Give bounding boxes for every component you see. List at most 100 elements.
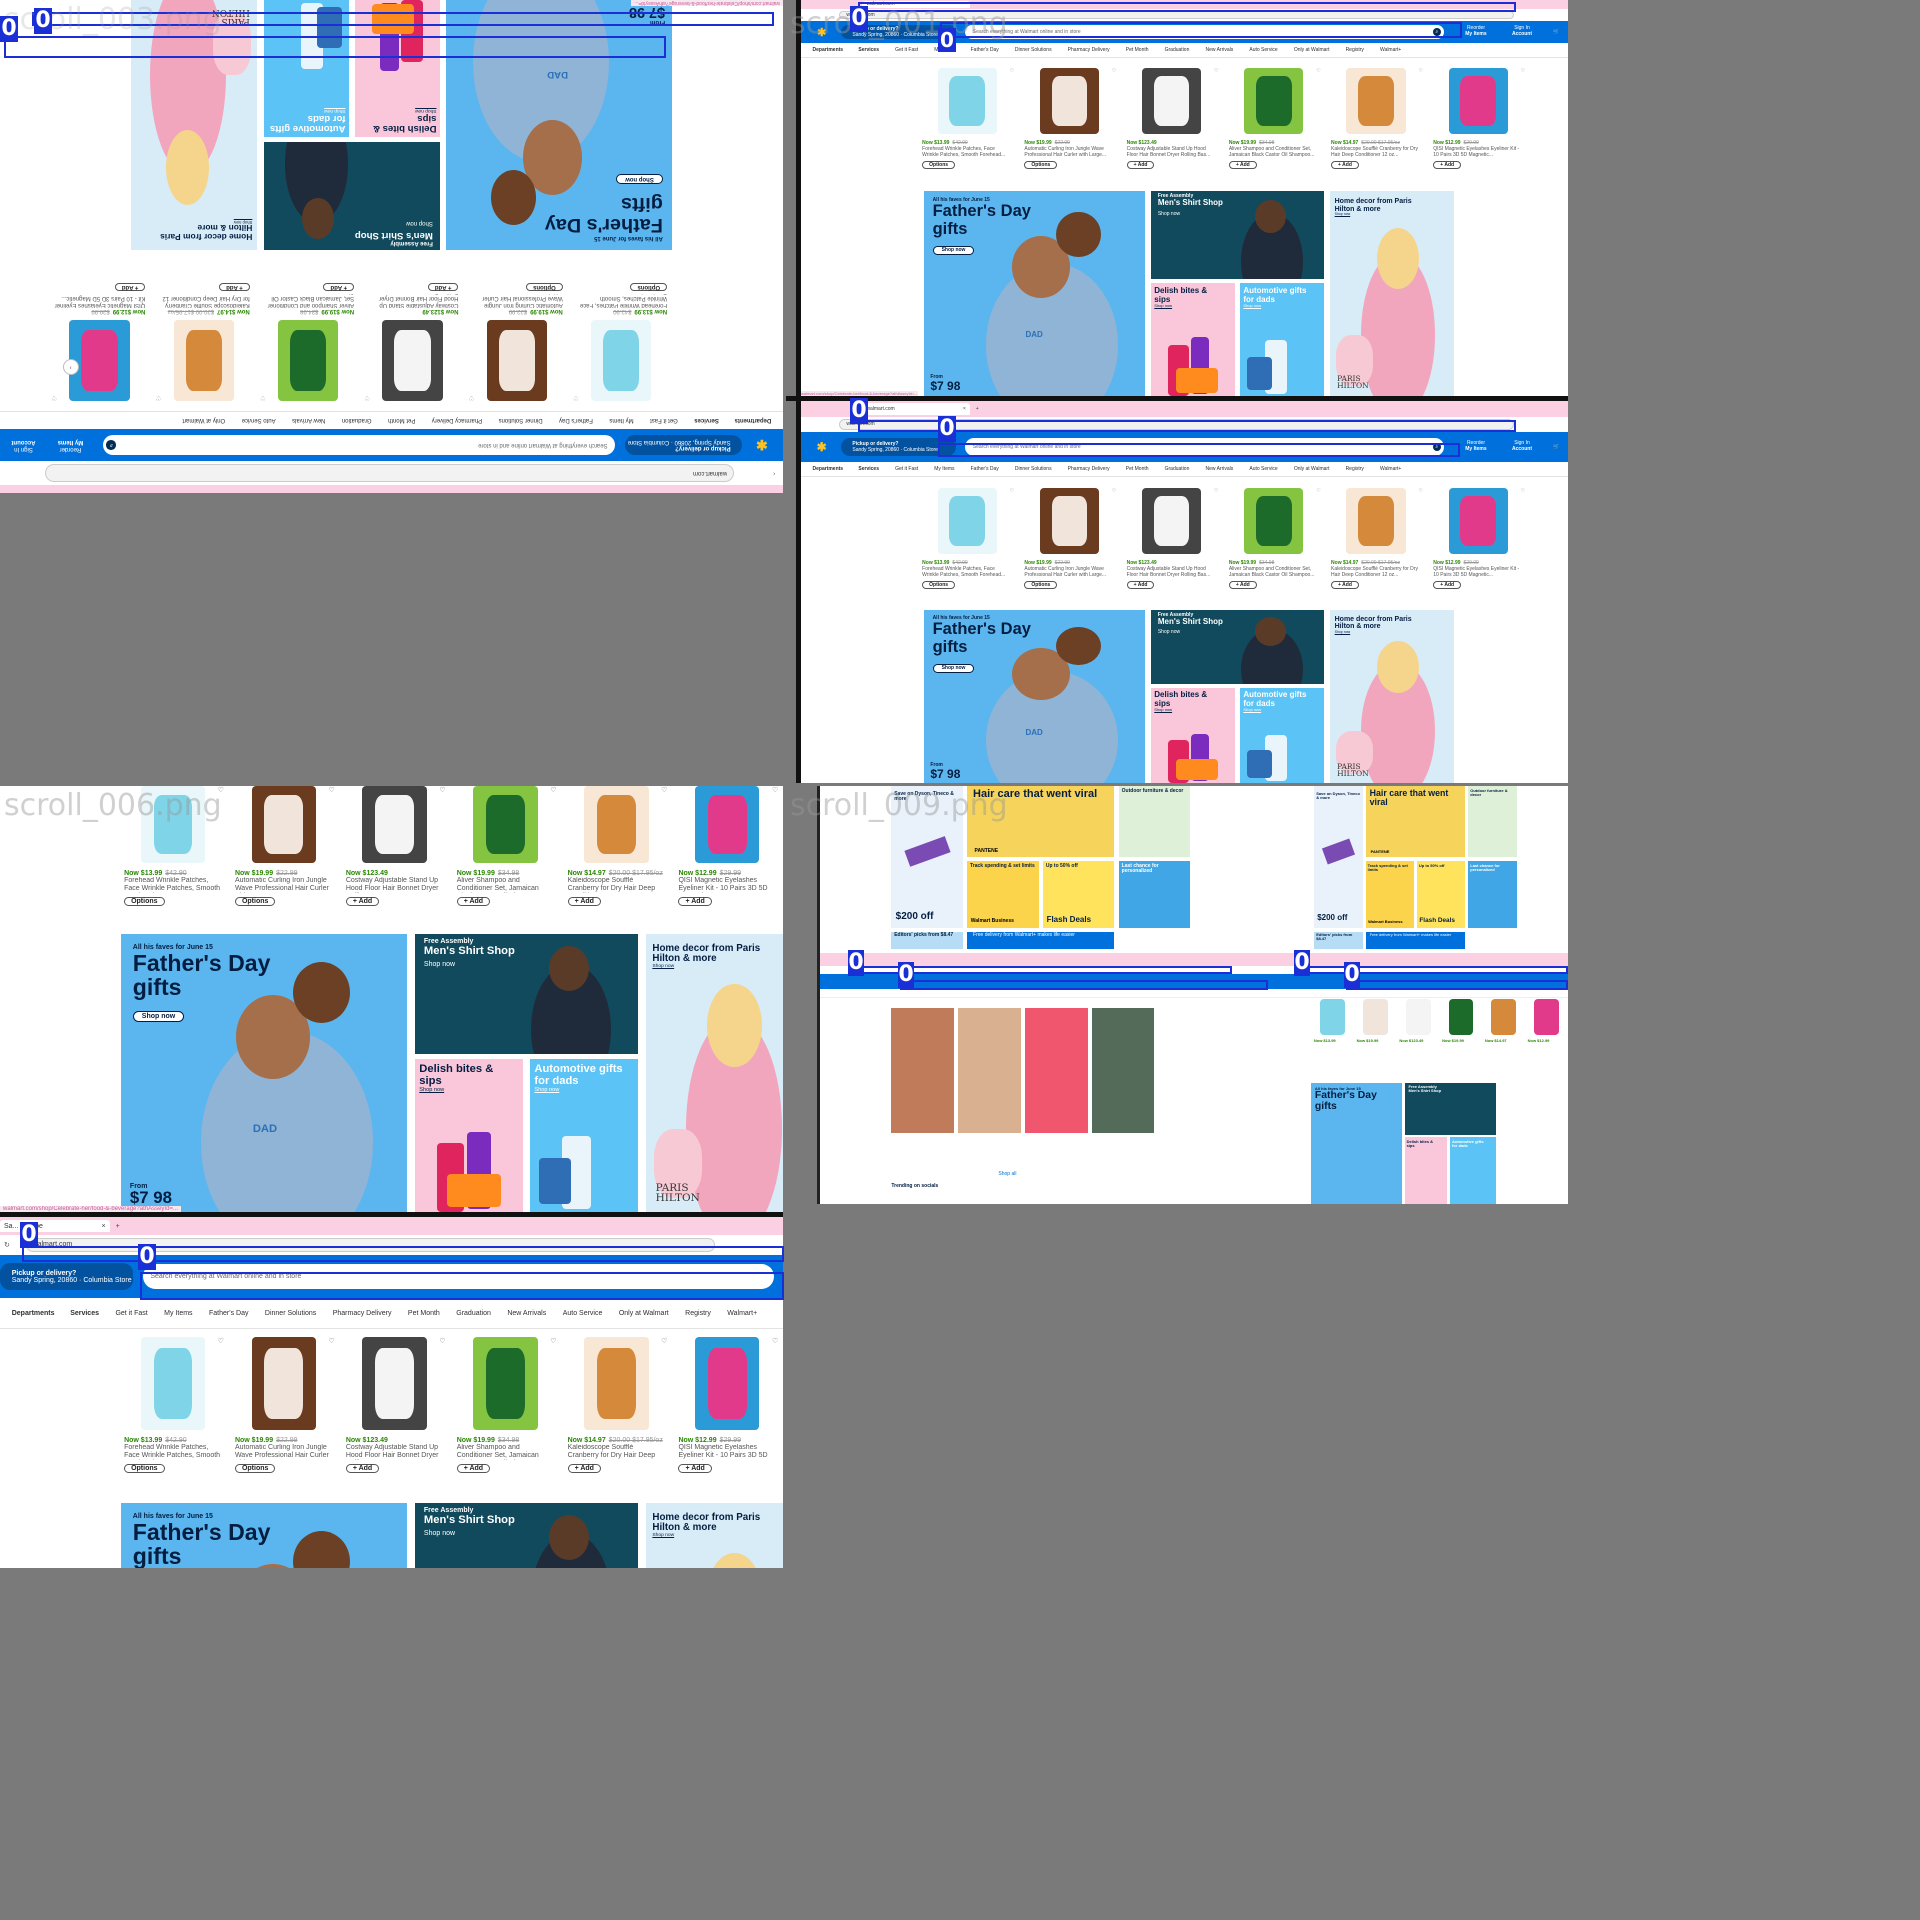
automotive-banner[interactable]: Automotive gifts for dads Shop now	[530, 1059, 639, 1212]
nav-link[interactable]: Pet Month	[388, 418, 415, 424]
reorder-link[interactable]: Reorder My Items	[1453, 25, 1499, 38]
product-action-button[interactable]: + Add	[114, 282, 146, 291]
account-link[interactable]: Sign In Account	[0, 438, 47, 452]
product-card[interactable]: ♡ Now $19.99$34.98Aliver Shampoo and Cond…	[450, 1337, 561, 1487]
heart-icon[interactable]: ♡	[661, 1337, 667, 1345]
shop-now-link[interactable]: Shop now	[1154, 303, 1207, 308]
product-card[interactable]: ♡ Now $13.99$42.90Forehead Wrinkle Patche…	[569, 271, 673, 401]
product-action-button[interactable]: + Add	[1126, 160, 1155, 169]
product-name[interactable]: Forehead Wrinkle Patches, Face Wrinkle P…	[569, 294, 673, 308]
eyelash-kit-icon[interactable]	[1448, 68, 1508, 134]
heart-icon[interactable]: ♡	[1010, 488, 1014, 494]
heart-icon[interactable]: ♡	[573, 394, 578, 401]
shop-now-link[interactable]: Shop now	[424, 1530, 515, 1537]
free-delivery-tile[interactable]: Free delivery from Walmart+ makes life e…	[967, 932, 1115, 950]
editors-picks-tile[interactable]: Editors' picks from $8.47	[891, 932, 963, 950]
heart-icon[interactable]: ♡	[661, 786, 667, 794]
nav-link[interactable]: Registry	[685, 1310, 711, 1317]
heart-icon[interactable]: ♡	[260, 394, 265, 401]
heart-icon[interactable]: ♡	[1521, 488, 1525, 494]
delish-banner[interactable]: Delish bites & sips Shop now	[1150, 283, 1235, 396]
hood-dryer-icon[interactable]	[382, 320, 443, 401]
hood-dryer-icon[interactable]	[1141, 488, 1202, 554]
nav-link[interactable]: Pet Month	[1126, 47, 1149, 53]
product-action-button[interactable]: + Add	[456, 1463, 491, 1473]
product-action-button[interactable]: + Add	[323, 282, 355, 291]
product-action-button[interactable]: Options	[1024, 580, 1058, 589]
hood-dryer-icon[interactable]	[1405, 999, 1431, 1036]
shop-now-button[interactable]: Shop now	[932, 245, 975, 256]
product-action-button[interactable]: + Add	[678, 1463, 712, 1473]
nav-link[interactable]: Father's Day	[971, 466, 999, 472]
nav-link[interactable]: Get it Fast	[895, 47, 918, 53]
shop-now-link[interactable]: Shop now	[1158, 629, 1223, 635]
product-action-button[interactable]: + Add	[345, 1463, 380, 1473]
close-tab-icon[interactable]: ×	[102, 1223, 106, 1230]
nav-link[interactable]: Father's Day	[559, 418, 593, 424]
shop-now-link[interactable]: Shop now	[652, 964, 760, 969]
social-video-card[interactable]	[1025, 1007, 1088, 1133]
heart-icon[interactable]: ♡	[156, 394, 161, 401]
new-tab-icon[interactable]: +	[976, 406, 979, 412]
product-card[interactable]: Now $19.99	[1354, 999, 1397, 1058]
heart-icon[interactable]: ♡	[1419, 488, 1423, 494]
home-decor-banner[interactable]: Home decor from Paris Hilton & more Shop n…	[1329, 191, 1454, 396]
search-icon[interactable]: ⌕	[1432, 443, 1441, 451]
product-card[interactable]: Now $19.99	[1440, 999, 1483, 1058]
product-card[interactable]: ♡ Now $123.49 Costway Adjustable Stand Up …	[339, 1337, 450, 1487]
face-patches-icon[interactable]	[140, 1337, 206, 1430]
social-video-card[interactable]	[891, 1007, 954, 1133]
editors-picks-tile[interactable]: Editors' picks from $8.47	[1314, 932, 1363, 950]
delish-banner[interactable]: Delish bites & sips Shop now	[1150, 687, 1235, 783]
product-name[interactable]: QISI Magnetic Eyelashes Eyeliner Kit - 1…	[672, 1444, 783, 1461]
shop-now-link[interactable]: Shop now	[652, 1533, 760, 1538]
walmart-logo-icon[interactable]: ✱	[810, 440, 833, 454]
shop-now-link[interactable]: Shop now	[1154, 707, 1207, 712]
eyelash-kit-icon[interactable]	[695, 1337, 760, 1430]
curling-iron-icon[interactable]	[251, 1337, 316, 1430]
nav-link[interactable]: My Items	[164, 1310, 192, 1317]
shop-now-link[interactable]: Shop now	[1243, 303, 1306, 308]
nav-link[interactable]: Father's Day	[971, 47, 999, 53]
heart-icon[interactable]: ♡	[772, 786, 778, 794]
departments-menu[interactable]: Departments	[813, 466, 844, 472]
product-name[interactable]: QISI Magnetic Eyelashes Eyeliner Kit - 1…	[1427, 146, 1529, 158]
nav-link[interactable]: Walmart+	[727, 1310, 757, 1317]
hood-dryer-icon[interactable]	[362, 1337, 427, 1430]
product-card[interactable]: ♡ Now $123.49 Costway Adjustable Stand Up …	[360, 271, 464, 401]
product-name[interactable]: Costway Adjustable Stand Up Hood Floor H…	[360, 294, 464, 308]
heart-icon[interactable]: ♡	[328, 786, 334, 794]
product-name[interactable]: QISI Magnetic Eyelashes Eyeliner Kit - 1…	[672, 877, 783, 894]
product-card[interactable]: ♡ Now $19.99$22.99Automatic Curling Iron …	[228, 786, 339, 910]
home-decor-banner[interactable]: Home decor from Paris Hilton & more Shop n…	[645, 1503, 783, 1568]
departments-menu[interactable]: Departments	[12, 1310, 55, 1317]
product-action-button[interactable]: + Add	[567, 896, 601, 906]
product-name[interactable]: Automatic Curling Iron Jungle Wave Profe…	[465, 294, 569, 308]
shop-now-link[interactable]: Shop now	[1335, 212, 1412, 217]
product-action-button[interactable]: + Add	[1228, 580, 1257, 589]
outdoor-tile[interactable]: Outdoor furniture & decor	[1118, 786, 1191, 858]
eyelash-kit-icon[interactable]	[1448, 488, 1508, 554]
product-name[interactable]: Aliver Shampoo and Conditioner Set, Jama…	[450, 877, 561, 894]
product-card[interactable]: ♡ Now $12.99$29.99QISI Magnetic Eyelashes…	[1427, 488, 1529, 594]
back-icon[interactable]: ‹	[773, 470, 775, 476]
conditioner-jar-icon[interactable]	[1491, 999, 1517, 1036]
pickup-selector[interactable]: Pickup or delivery? Sandy Spring, 20860 ·…	[840, 25, 956, 39]
fathers-day-banner[interactable]: DAD All his faves for June 15 Father's D…	[923, 191, 1145, 396]
fathers-day-banner[interactable]: DAD All his faves for June 15 Father's D…	[121, 1503, 408, 1568]
shampoo-bottles-icon[interactable]	[1244, 488, 1304, 554]
product-name[interactable]: Automatic Curling Iron Jungle Wave Profe…	[1018, 146, 1120, 158]
pickup-selector[interactable]: Pickup or delivery? Sandy Spring, 20860 ·…	[0, 1263, 134, 1290]
nav-link[interactable]: New Arrivals	[292, 418, 325, 424]
product-card[interactable]: ♡ Now $13.99$42.90Forehead Wrinkle Patche…	[117, 786, 228, 910]
delish-banner[interactable]: Delish bites & sips	[1404, 1137, 1448, 1204]
product-card[interactable]: ♡ Now $14.97$20.00 $17.95/ozKaleidoscope …	[1325, 68, 1427, 174]
heart-icon[interactable]: ♡	[52, 394, 57, 401]
nav-link[interactable]: Walmart+	[1380, 47, 1401, 53]
walmart-logo-icon[interactable]: ✱	[750, 437, 773, 454]
product-name[interactable]: Costway Adjustable Stand Up Hood Floor H…	[1120, 566, 1222, 578]
product-action-button[interactable]: + Add	[1331, 160, 1359, 169]
departments-menu[interactable]: Departments	[735, 418, 772, 424]
heart-icon[interactable]: ♡	[1521, 68, 1525, 74]
product-name[interactable]: Kaleidoscope Soufflé Cranberry for Dry H…	[561, 877, 672, 894]
